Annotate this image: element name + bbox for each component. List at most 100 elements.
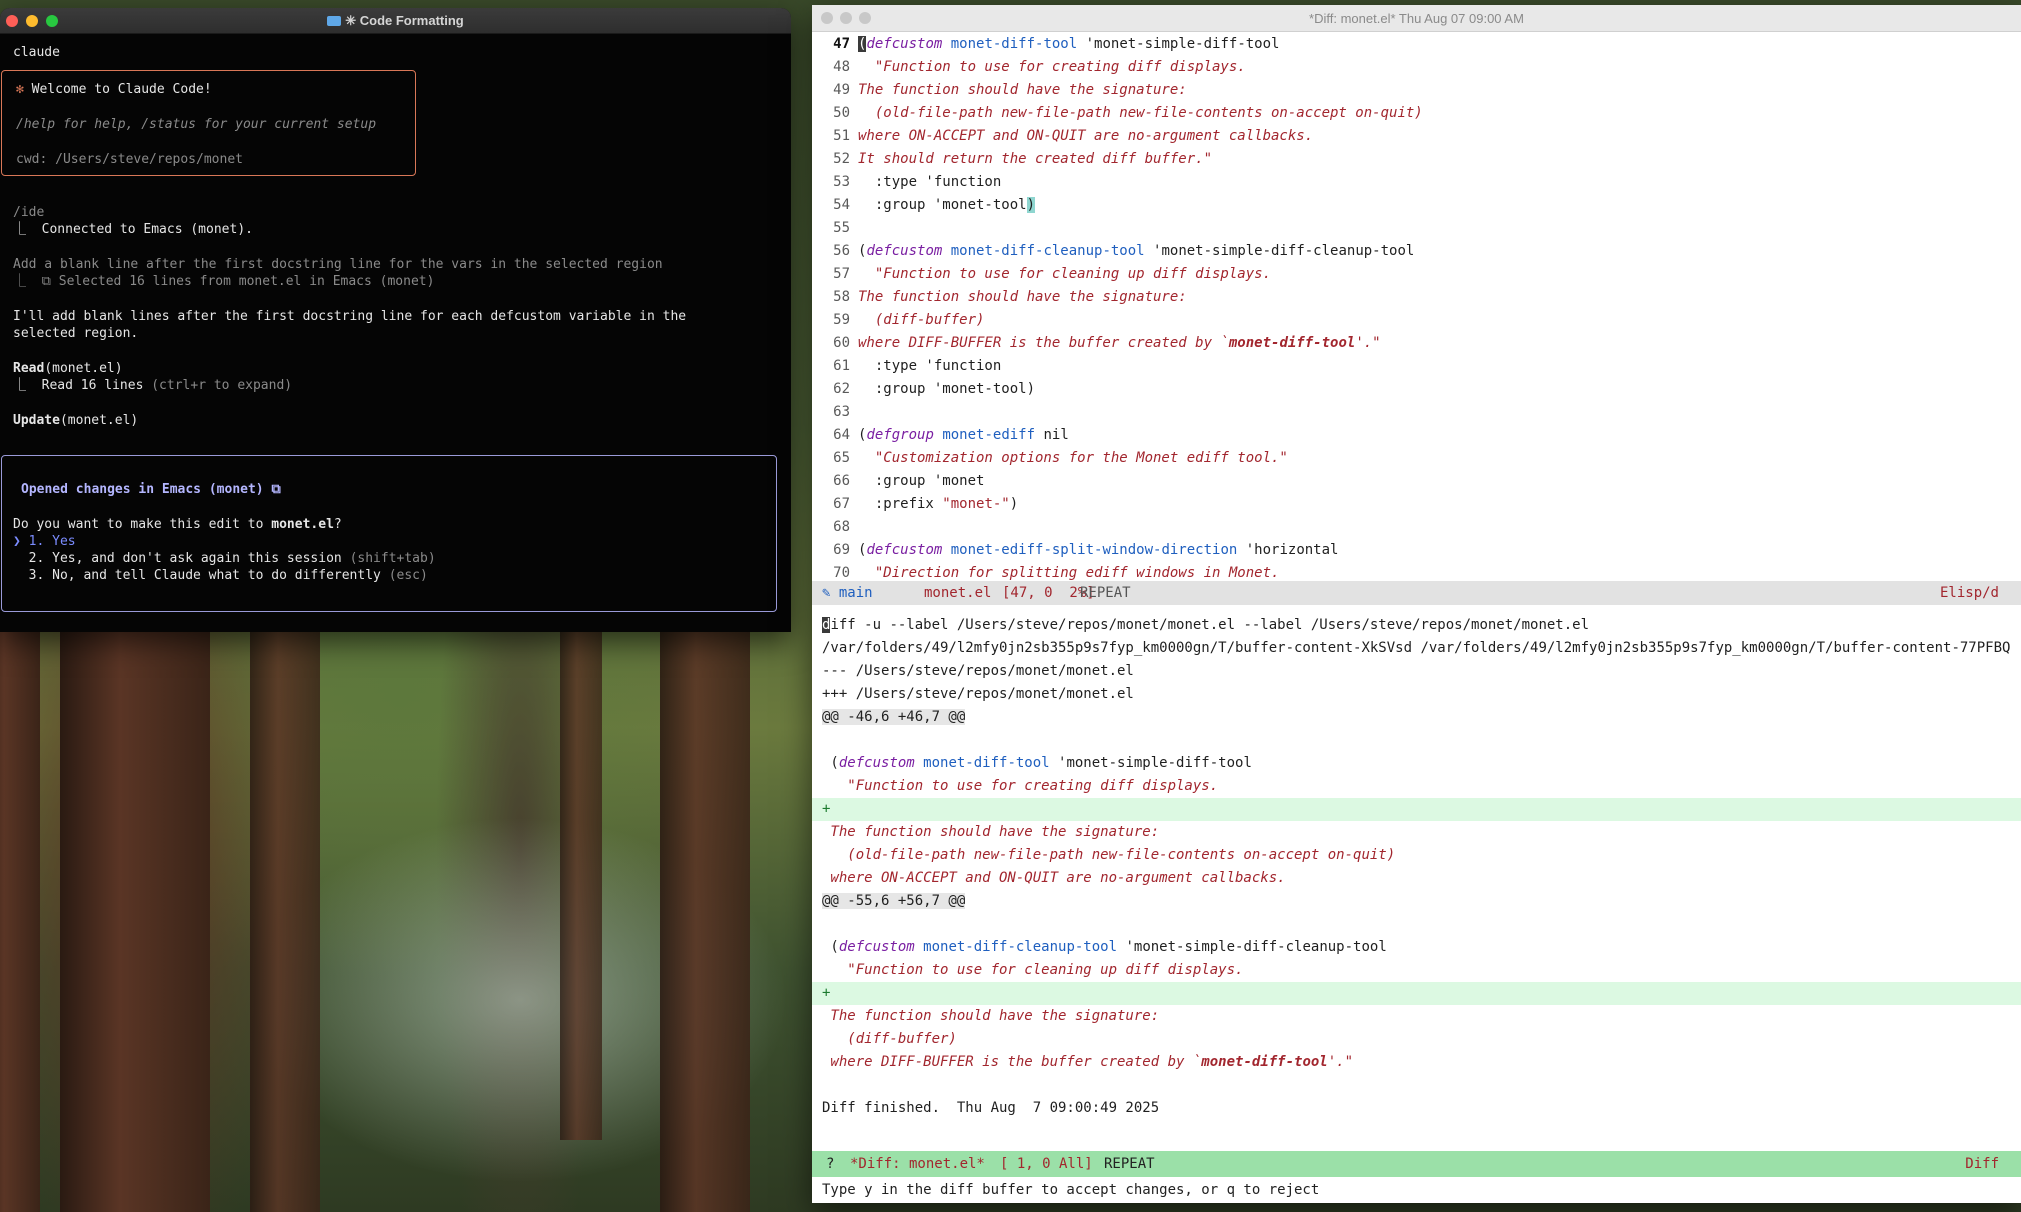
- code-line[interactable]: 47 (defcustom monet-diff-tool 'monet-simp…: [812, 33, 1279, 56]
- code-token: monet-diff-cleanup-tool: [923, 939, 1118, 955]
- diff-added-line[interactable]: +: [822, 798, 830, 821]
- terminal-window[interactable]: ✳ Code Formatting claude ✻ Welcome to Cl…: [0, 8, 791, 632]
- diff-line[interactable]: where DIFF-BUFFER is the buffer created …: [822, 1051, 1353, 1074]
- code-token: where DIFF-BUFFER is the buffer created …: [822, 1054, 1202, 1070]
- welcome-box: ✻ Welcome to Claude Code! /help for help…: [1, 70, 416, 176]
- line-number: 60: [833, 335, 850, 351]
- code-token: defcustom: [866, 36, 943, 52]
- code-token: where ON-ACCEPT and ON-QUIT are no-argum…: [822, 870, 1286, 886]
- code-token: where ON-ACCEPT and ON-QUIT are no-argum…: [858, 128, 1314, 144]
- code-line[interactable]: 70 "Direction for splitting ediff window…: [812, 562, 1279, 581]
- terminal-titlebar[interactable]: ✳ Code Formatting: [0, 8, 791, 34]
- code-token: :type 'function: [858, 358, 1002, 374]
- code-token: It should return the created diff buffer…: [858, 151, 1213, 167]
- code-line[interactable]: 48 "Function to use for creating diff di…: [812, 56, 1246, 79]
- emacs-titlebar[interactable]: *Diff: monet.el* Thu Aug 07 09:00 AM: [812, 5, 2021, 32]
- code-line[interactable]: 64 (defgroup monet-ediff nil: [812, 424, 1069, 447]
- code-token: 'monet-simple-diff-cleanup-tool: [1144, 243, 1415, 259]
- code-token: nil: [1035, 427, 1069, 443]
- diff-added-line[interactable]: +: [822, 982, 830, 1005]
- buffer-name: monet.el: [924, 585, 992, 601]
- added-line-highlight: [812, 982, 2021, 1005]
- sparkle-icon: ✻: [16, 82, 24, 97]
- dialog-title: Opened changes in Emacs (monet) ⧉: [21, 482, 281, 497]
- mode-line-diff[interactable]: ? *Diff: monet.el* [ 1, 0 All] REPEAT Di…: [812, 1151, 2021, 1177]
- diff-line[interactable]: "Function to use for cleaning up diff di…: [822, 959, 1243, 982]
- option-yes[interactable]: ❯ 1. Yes: [13, 533, 76, 550]
- code-token: defcustom: [838, 939, 915, 955]
- option-no[interactable]: 3. No, and tell Claude what to do differ…: [13, 567, 428, 584]
- code-line[interactable]: 65 "Customization options for the Monet …: [812, 447, 1288, 470]
- mode-line-source[interactable]: ✎ main monet.el [47, 0 2%] REPEAT Elisp/…: [812, 581, 2021, 605]
- emacs-window[interactable]: *Diff: monet.el* Thu Aug 07 09:00 AM 47(…: [812, 5, 2021, 1203]
- code-token: ): [1009, 496, 1019, 512]
- code-token: monet-diff-tool: [1201, 1054, 1328, 1070]
- code-line[interactable]: 66 :group 'monet: [812, 470, 984, 493]
- code-line[interactable]: 67 :prefix "monet-"): [812, 493, 1018, 516]
- terminal-content[interactable]: claude ✻ Welcome to Claude Code! /help f…: [0, 34, 791, 632]
- line-number: 51: [833, 128, 850, 144]
- source-buffer[interactable]: 47 (defcustom monet-diff-tool 'monet-simp…: [812, 33, 2021, 581]
- diff-line[interactable]: /var/folders/49/l2mfy0jn2sb355p9s7fyp_km…: [822, 637, 2010, 660]
- code-line[interactable]: 51 where ON-ACCEPT and ON-QUIT are no-arg…: [812, 125, 1313, 148]
- code-token: monet-diff-tool: [923, 755, 1050, 771]
- diff-line[interactable]: Diff finished. Thu Aug 7 09:00:49 2025: [822, 1097, 1159, 1120]
- code-token: monet-ediff: [942, 427, 1036, 443]
- code-token: (old-file-path new-file-path new-file-co…: [822, 847, 1396, 863]
- permission-dialog[interactable]: Opened changes in Emacs (monet) ⧉ Do you…: [1, 455, 777, 612]
- code-line[interactable]: 50 (old-file-path new-file-path new-file…: [812, 102, 1423, 125]
- diff-hunk-header[interactable]: @@ -55,6 +56,7 @@: [822, 890, 966, 913]
- code-token: monet-diff-cleanup-tool: [950, 243, 1145, 259]
- diff-hunk-header[interactable]: @@ -46,6 +46,7 @@: [822, 706, 966, 729]
- line-number: 57: [833, 266, 850, 282]
- code-token: iff -u --label /Users/steve/repos/monet/…: [830, 617, 1590, 633]
- code-line[interactable]: 59 (diff-buffer): [812, 309, 984, 332]
- code-line[interactable]: 61 :type 'function: [812, 355, 1001, 378]
- tree-trunk: [250, 620, 320, 1212]
- code-token: +: [822, 985, 831, 1001]
- diff-line[interactable]: The function should have the signature:: [822, 1005, 1159, 1028]
- code-line[interactable]: 68: [812, 516, 858, 539]
- code-line[interactable]: 60 where DIFF-BUFFER is the buffer create…: [812, 332, 1380, 355]
- diff-line[interactable]: (old-file-path new-file-path new-file-co…: [822, 844, 1395, 867]
- code-line[interactable]: 53 :type 'function: [812, 171, 1001, 194]
- line-number: 62: [833, 381, 850, 397]
- diff-line[interactable]: --- /Users/steve/repos/monet/monet.el: [822, 660, 1134, 683]
- connected-status: ⎿ Connected to Emacs (monet).: [13, 222, 253, 237]
- code-line[interactable]: 55: [812, 217, 858, 240]
- diff-line[interactable]: (defcustom monet-diff-cleanup-tool 'mone…: [822, 936, 1386, 959]
- ide-command: /ide: [13, 205, 45, 220]
- code-line[interactable]: 57 "Function to use for cleaning up diff…: [812, 263, 1271, 286]
- diff-line[interactable]: diff -u --label /Users/steve/repos/monet…: [822, 614, 1589, 637]
- code-token: "monet-": [942, 496, 1010, 512]
- diff-line[interactable]: +++ /Users/steve/repos/monet/monet.el: [822, 683, 1134, 706]
- code-line[interactable]: 58 The function should have the signature…: [812, 286, 1187, 309]
- diff-buffer[interactable]: diff -u --label /Users/steve/repos/monet…: [812, 606, 2021, 1146]
- line-number: 47: [833, 36, 850, 52]
- code-token: "Direction for splitting ediff windows i…: [858, 565, 1280, 581]
- code-token: :type 'function: [858, 174, 1002, 190]
- repeat-indicator: REPEAT: [1080, 585, 1131, 601]
- cursor-position: [ 1, 0 All]: [1000, 1156, 1093, 1172]
- diff-line[interactable]: (diff-buffer): [822, 1028, 957, 1051]
- code-line[interactable]: 49 The function should have the signature…: [812, 79, 1187, 102]
- diff-line[interactable]: "Function to use for creating diff displ…: [822, 775, 1218, 798]
- code-line[interactable]: 54 :group 'monet-tool): [812, 194, 1036, 217]
- code-line[interactable]: 62 :group 'monet-tool): [812, 378, 1035, 401]
- code-token: :prefix: [858, 496, 943, 512]
- line-number: 50: [833, 105, 850, 121]
- line-number: 66: [833, 473, 850, 489]
- code-token: "Function to use for creating diff displ…: [858, 59, 1246, 75]
- diff-line[interactable]: where ON-ACCEPT and ON-QUIT are no-argum…: [822, 867, 1286, 890]
- diff-line[interactable]: (defcustom monet-diff-tool 'monet-simple…: [822, 752, 1251, 775]
- code-line[interactable]: 69 (defcustom monet-ediff-split-window-di…: [812, 539, 1338, 562]
- code-line[interactable]: 52 It should return the created diff buff…: [812, 148, 1212, 171]
- diff-line[interactable]: The function should have the signature:: [822, 821, 1159, 844]
- code-token: --- /Users/steve/repos/monet/monet.el: [822, 663, 1134, 679]
- code-line[interactable]: 56 (defcustom monet-diff-cleanup-tool 'mo…: [812, 240, 1414, 263]
- line-number: 69: [833, 542, 850, 558]
- code-line[interactable]: 63: [812, 401, 858, 424]
- option-yes-dont-ask[interactable]: 2. Yes, and don't ask again this session…: [13, 550, 436, 567]
